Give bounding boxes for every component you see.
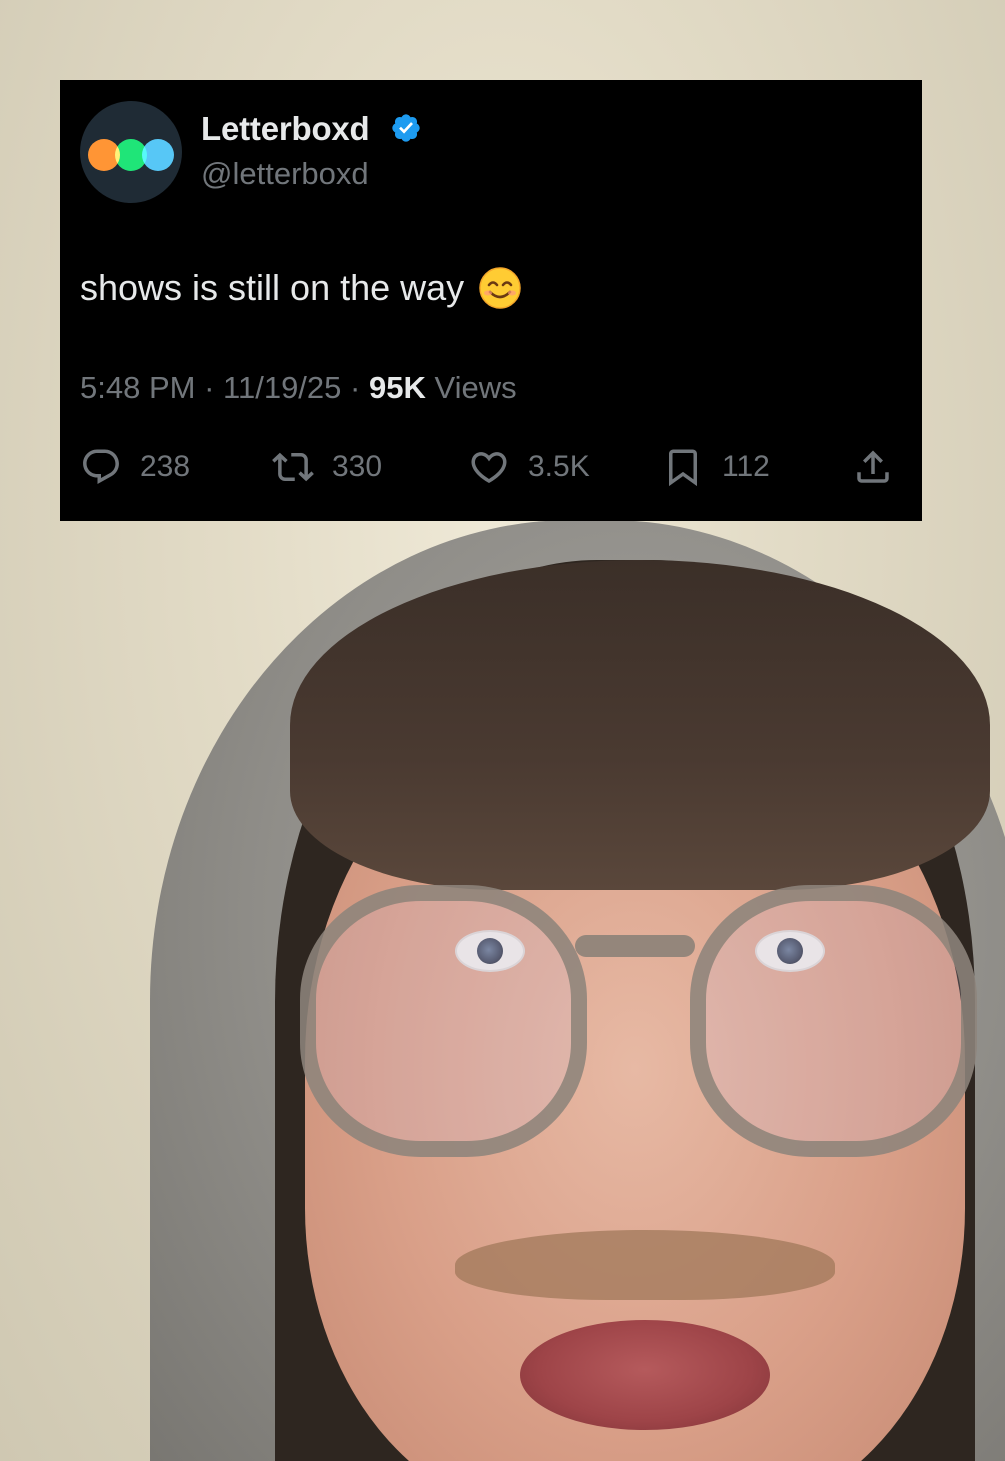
views-count: 95K: [368, 370, 426, 405]
logo-blue-dot: [142, 139, 174, 171]
bookmark-icon: [669, 449, 697, 487]
reply-button[interactable]: 238: [80, 445, 190, 489]
tweet-screenshot-card: Letterboxd @letterboxd shows is still on…: [60, 80, 922, 521]
tweet-action-bar: 238 330 3.5K 112: [80, 445, 900, 489]
bookmark-count: 112: [722, 450, 770, 483]
mustache: [455, 1230, 835, 1300]
verified-badge-icon: [392, 114, 420, 142]
repost-icon: [272, 452, 314, 482]
views-label: Views: [434, 370, 517, 405]
like-button[interactable]: 3.5K: [468, 445, 590, 489]
user-handle[interactable]: @letterboxd: [201, 156, 369, 192]
bookmark-button[interactable]: 112: [662, 445, 770, 489]
glasses-bridge: [575, 935, 695, 957]
tweet-meta: 5:48 PM · 11/19/25 · 95K Views: [80, 370, 517, 406]
repost-button[interactable]: 330: [272, 445, 382, 489]
like-count: 3.5K: [528, 450, 590, 483]
heart-icon: [471, 452, 507, 484]
meta-separator: ·: [350, 370, 361, 405]
share-button[interactable]: [852, 445, 894, 489]
share-icon: [857, 450, 889, 483]
person-hair: [290, 560, 990, 890]
tweet-text: shows is still on the way: [80, 267, 465, 308]
reply-count: 238: [140, 450, 191, 483]
letterboxd-logo-avatar[interactable]: [80, 101, 182, 203]
open-mouth: [520, 1320, 770, 1430]
repost-count: 330: [332, 450, 383, 483]
tweet-date[interactable]: 11/19/25: [223, 370, 341, 405]
video-frame: Letterboxd @letterboxd shows is still on…: [0, 0, 1005, 1461]
reply-icon: [83, 449, 119, 484]
tweet-body: shows is still on the way: [80, 266, 522, 310]
tweet-time[interactable]: 5:48 PM: [80, 370, 195, 405]
right-glasses-lens: [690, 885, 977, 1157]
meta-separator: ·: [204, 370, 215, 405]
smiling-face-emoji-icon: [479, 267, 521, 309]
display-name[interactable]: Letterboxd: [201, 110, 370, 148]
left-glasses-lens: [300, 885, 587, 1157]
